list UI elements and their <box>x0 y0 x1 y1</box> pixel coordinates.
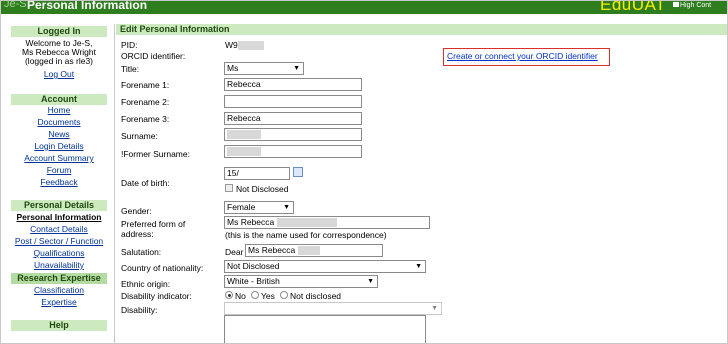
former-surname-label: !Former Surname: <box>121 149 190 159</box>
disability-not-disclosed-label: Not disclosed <box>290 291 342 301</box>
pid-label: PID: <box>121 40 138 50</box>
forename2-label: Forename 2: <box>121 97 170 107</box>
sidebar-item-expertise[interactable]: Expertise <box>11 297 107 307</box>
contrast-icon <box>673 2 679 7</box>
salutation-input[interactable]: Ms Rebecca <box>245 244 383 257</box>
sidebar: Logged In Welcome to Je-S, Ms Rebecca Wr… <box>0 24 112 344</box>
logged-in-heading: Logged In <box>11 26 107 37</box>
not-disclosed-label: Not Disclosed <box>236 184 289 194</box>
surname-input[interactable] <box>224 128 362 141</box>
salutation-value: Ms Rebecca <box>248 245 296 255</box>
sidebar-item-classification[interactable]: Classification <box>11 285 107 295</box>
top-bar: Je-S Personal Information EduUAT High Co… <box>0 0 728 14</box>
title-select[interactable]: Ms ▼ <box>224 62 304 75</box>
preferred-value: Ms Rebecca <box>227 217 275 227</box>
sidebar-item-forum[interactable]: Forum <box>11 165 107 175</box>
sidebar-item-unavailability[interactable]: Unavailability <box>11 260 107 270</box>
forename1-input[interactable]: Rebecca <box>224 78 362 91</box>
forename3-input[interactable]: Rebecca <box>224 112 362 125</box>
sidebar-item-home[interactable]: Home <box>11 105 107 115</box>
surname-label: Surname: <box>121 131 158 141</box>
high-contrast-link[interactable]: High Cont <box>673 2 711 9</box>
sidebar-item-post-sector-function[interactable]: Post / Sector / Function <box>11 236 107 246</box>
gender-label: Gender: <box>121 206 152 216</box>
page-title: Personal Information <box>27 0 148 12</box>
salutation-label: Salutation: <box>121 247 162 257</box>
disability-select[interactable]: ▼ <box>224 302 442 315</box>
disability-yes-label: Yes <box>261 291 275 301</box>
ethnic-label: Ethnic origin: <box>121 279 171 289</box>
disability-no-label: No <box>235 291 246 301</box>
salutation-prefix: Dear <box>225 247 244 257</box>
title-label: Title: <box>121 64 140 74</box>
login-as: (logged in as rle3) <box>24 56 94 66</box>
former-surname-input[interactable] <box>224 145 362 158</box>
sidebar-item-account-summary[interactable]: Account Summary <box>11 153 107 163</box>
brand: Je-S <box>4 0 27 10</box>
disability-label: Disability: <box>121 305 158 315</box>
not-disclosed-checkbox[interactable] <box>225 184 233 192</box>
sidebar-item-personal-information[interactable]: Personal Information <box>11 212 107 222</box>
nationality-label: Country of nationality: <box>121 263 204 273</box>
logo: EduUAT <box>600 0 666 14</box>
title-value: Ms <box>227 63 239 73</box>
sidebar-item-login-details[interactable]: Login Details <box>11 141 107 151</box>
logout-link[interactable]: Log Out <box>11 69 107 79</box>
chevron-down-icon: ▼ <box>293 65 300 72</box>
nationality-select[interactable]: Not Disclosed ▼ <box>224 260 426 273</box>
redacted-block <box>227 130 261 140</box>
disability-not-disclosed-radio[interactable] <box>280 291 288 299</box>
pid-value: W9 <box>225 40 264 51</box>
dob-input[interactable]: 15/ <box>224 167 290 180</box>
preferred-note: (this is the name used for correspondenc… <box>225 230 387 240</box>
disability-yes-radio[interactable] <box>251 291 259 299</box>
sidebar-item-news[interactable]: News <box>11 129 107 139</box>
sidebar-divider <box>114 24 115 344</box>
redacted-block <box>276 218 337 228</box>
chevron-down-icon: ▼ <box>283 204 290 211</box>
preferred-label-line2: address: <box>121 229 154 239</box>
research-expertise-heading: Research Expertise <box>11 273 107 284</box>
chevron-down-icon: ▼ <box>431 305 438 312</box>
ethnic-value: White - British <box>227 276 280 286</box>
forename2-input[interactable] <box>224 95 362 108</box>
form-heading: Edit Personal Information <box>116 24 728 35</box>
help-heading: Help <box>11 320 107 331</box>
orcid-connect-link[interactable]: Create or connect your ORCID identifier <box>443 48 610 66</box>
calendar-icon[interactable] <box>293 167 303 177</box>
redacted-block <box>227 147 261 157</box>
dob-label: Date of birth: <box>121 178 170 188</box>
pid-text: W9 <box>225 40 238 50</box>
gender-value: Female <box>227 202 256 212</box>
disability-textarea[interactable] <box>224 315 426 344</box>
ethnic-select[interactable]: White - British ▼ <box>224 275 378 288</box>
personal-details-heading: Personal Details <box>11 200 107 211</box>
chevron-down-icon: ▼ <box>367 278 374 285</box>
account-heading: Account <box>11 94 107 105</box>
sidebar-item-contact-details[interactable]: Contact Details <box>11 224 107 234</box>
preferred-label-line1: Preferred form of <box>121 219 186 229</box>
disability-indicator-label: Disability indicator: <box>121 291 192 301</box>
disability-no-radio[interactable] <box>225 291 233 299</box>
orcid-label: ORCID identifier: <box>121 51 186 61</box>
nationality-value: Not Disclosed <box>227 261 280 271</box>
redacted-block <box>237 41 264 51</box>
forename3-label: Forename 3: <box>121 114 170 124</box>
high-contrast-label: High Cont <box>680 2 712 9</box>
redacted-block <box>297 246 320 256</box>
gender-select[interactable]: Female ▼ <box>224 201 294 214</box>
preferred-address-input[interactable]: Ms Rebecca <box>224 216 430 229</box>
forename1-label: Forename 1: <box>121 80 170 90</box>
sidebar-item-feedback[interactable]: Feedback <box>11 177 107 187</box>
sidebar-item-qualifications[interactable]: Qualifications <box>11 248 107 258</box>
sidebar-item-documents[interactable]: Documents <box>11 117 107 127</box>
chevron-down-icon: ▼ <box>415 263 422 270</box>
